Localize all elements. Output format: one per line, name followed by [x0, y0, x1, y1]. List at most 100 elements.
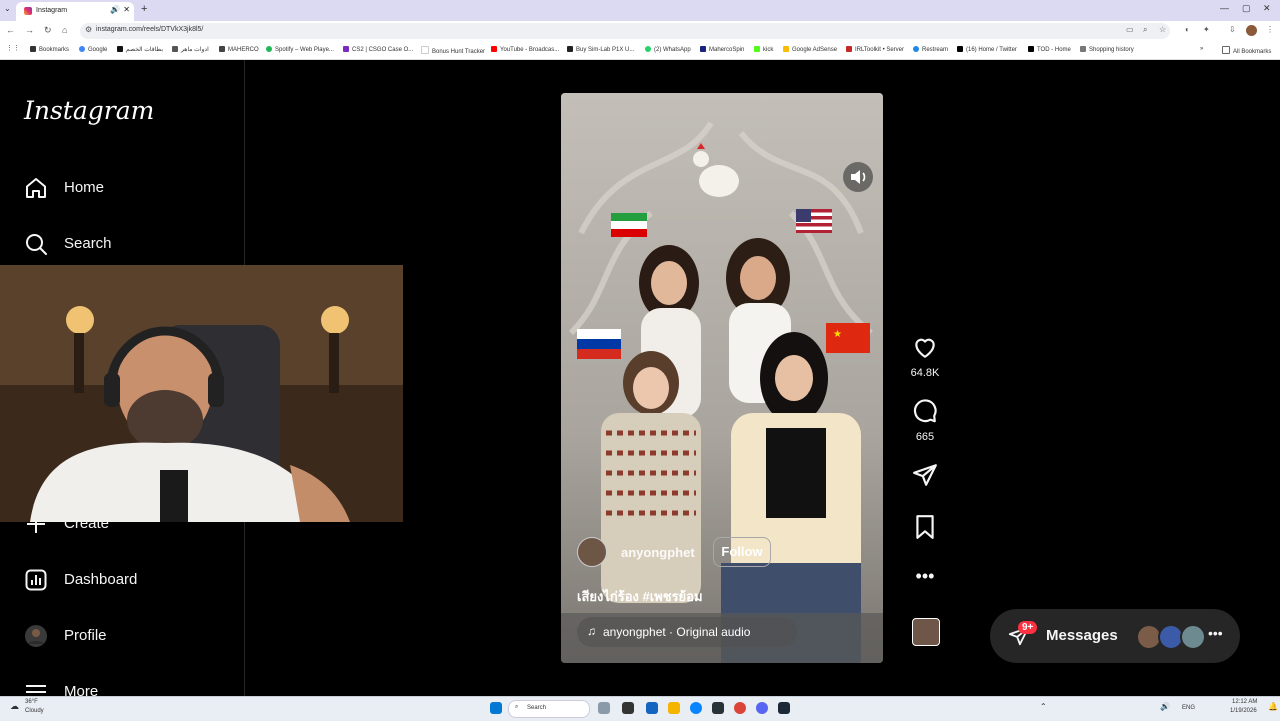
tab-search-icon[interactable]: ⌄ [4, 4, 11, 13]
instagram-logo[interactable]: Instagram [24, 96, 154, 125]
minimize-icon[interactable]: — [1220, 3, 1229, 13]
nav-search[interactable]: Search [24, 230, 224, 262]
star-icon[interactable]: ☆ [1159, 25, 1166, 34]
apps-icon[interactable]: ⋮⋮ [6, 44, 20, 52]
search-icon: ⌕ [515, 704, 519, 710]
kick-icon [754, 46, 760, 52]
discord-icon[interactable] [756, 702, 768, 714]
bookmark-item[interactable]: Spotify – Web Playe... [266, 46, 334, 53]
speaker-tray-icon[interactable]: 🔊 [1160, 702, 1170, 711]
bookmark-item[interactable]: CS2 | CSGO Case O... [343, 46, 413, 53]
browser-tab[interactable]: Instagram 🔊 ✕ [16, 2, 134, 21]
tray-overflow-icon[interactable]: ⌃ [1040, 702, 1047, 711]
clock-time[interactable]: 12:12 AM [1232, 699, 1257, 705]
taskbar-search[interactable]: ⌕ Search [508, 700, 590, 718]
browser-profile-avatar[interactable] [1246, 25, 1257, 36]
bookmark-item[interactable]: YouTube - Broadcas... [491, 46, 559, 53]
new-tab-button[interactable]: + [141, 3, 147, 15]
follow-button[interactable]: Follow [713, 537, 771, 567]
tab-title: Instagram [36, 7, 68, 14]
bookmark-item[interactable]: (2) WhatsApp [645, 46, 691, 53]
nav-profile[interactable]: Profile [24, 622, 224, 654]
nav-dashboard[interactable]: Dashboard [24, 566, 224, 598]
avatar [25, 625, 47, 647]
bookmark-item[interactable]: Google [79, 46, 107, 53]
more-options-icon[interactable]: ••• [910, 566, 940, 587]
share-action[interactable] [910, 462, 940, 493]
reel-video[interactable]: ★ anyongphet Follow เสียงไก่ร้อง #เพชรย้… [561, 93, 883, 663]
bookmark-item[interactable]: MAHERCO [219, 46, 259, 53]
chrome-menu-icon[interactable]: ⋮ [1266, 25, 1274, 34]
tab-audio-icon[interactable]: 🔊 [110, 5, 120, 14]
site-info-icon[interactable]: ⚙ [85, 25, 92, 34]
window-close-icon[interactable]: ✕ [1263, 3, 1271, 14]
widgets-icon[interactable] [598, 702, 610, 714]
reload-icon[interactable]: ↻ [44, 25, 52, 36]
restore-icon[interactable]: ▢ [1242, 3, 1251, 14]
bookmark-favicon-icon [846, 46, 852, 52]
chrome-icon[interactable] [734, 702, 746, 714]
save-action[interactable] [910, 514, 940, 545]
bookmark-item[interactable]: MahercoSpin [700, 46, 744, 53]
bookmark-item[interactable]: ادوات ماهر [172, 46, 209, 53]
bookmark-item[interactable]: بطاقات الخصم [117, 46, 163, 53]
forward-icon[interactable]: → [25, 25, 34, 35]
zoom-icon[interactable]: ⌕ [1143, 25, 1147, 35]
bookmark-item[interactable]: IRLToolkit • Server [846, 46, 904, 53]
all-bookmarks[interactable]: All Bookmarks [1222, 46, 1271, 55]
windows-start-icon[interactable] [490, 702, 502, 714]
install-icon[interactable]: ▭ [1126, 25, 1134, 34]
reel-username[interactable]: anyongphet [621, 545, 695, 560]
language-indicator[interactable]: ENG [1182, 705, 1195, 711]
bookmark-item[interactable]: Buy Sim-Lab P1X U... [567, 46, 634, 53]
download-icon[interactable]: ⇩ [1229, 25, 1236, 34]
clock-date[interactable]: 1/19/2026 [1230, 708, 1257, 714]
bookmark-item[interactable]: TOD - Home [1028, 46, 1071, 53]
nav-home-label: Home [64, 179, 105, 196]
like-action[interactable]: 64.8K [910, 334, 940, 379]
puzzle-icon[interactable]: ✦ [1203, 25, 1210, 34]
messages-more-icon[interactable]: ••• [1208, 625, 1223, 641]
dashboard-icon [25, 569, 47, 591]
reel-audio-pill[interactable]: ♫ anyongphet · Original audio [577, 617, 797, 647]
bookmark-item[interactable]: Restream [913, 46, 948, 53]
whatsapp-icon [645, 46, 651, 52]
extension-icon[interactable]: ◐ [1185, 25, 1190, 34]
comment-action[interactable]: 665 [910, 398, 940, 443]
taskbar-app-icon[interactable] [646, 702, 658, 714]
reel-author-avatar[interactable] [577, 537, 607, 567]
audio-thumbnail[interactable] [912, 618, 940, 646]
bookmark-item[interactable]: Bookmarks [30, 46, 69, 53]
bookmark-item[interactable]: Bonus Hunt Tracker [421, 46, 485, 55]
edge-icon[interactable] [690, 702, 702, 714]
youtube-icon [491, 46, 497, 52]
home-icon [26, 178, 46, 198]
avatar [1180, 624, 1206, 650]
address-bar[interactable]: ⚙ instagram.com/reels/DTVkX3jk8l5/ [80, 23, 1170, 39]
notification-icon[interactable]: 🔔 [1268, 702, 1278, 711]
mute-button[interactable] [843, 162, 873, 192]
back-icon[interactable]: ← [6, 25, 15, 35]
bookmark-item[interactable]: (16) Home / Twitter [957, 46, 1017, 53]
bookmark-favicon-icon [172, 46, 178, 52]
comment-icon[interactable] [912, 398, 938, 424]
messages-button[interactable]: 9+ Messages ••• [990, 609, 1240, 663]
tab-close-icon[interactable]: ✕ [123, 5, 130, 14]
bookmark-icon[interactable] [912, 514, 938, 540]
restream-icon [913, 46, 919, 52]
bookmark-item[interactable]: kick [754, 46, 773, 53]
bookmark-item[interactable]: Google AdSense [783, 46, 837, 53]
bookmarks-overflow-icon[interactable]: » [1200, 46, 1203, 52]
share-icon[interactable] [912, 462, 938, 488]
weather-temp: 36°F [25, 699, 38, 705]
home-browser-icon[interactable]: ⌂ [62, 25, 67, 35]
heart-icon[interactable] [912, 334, 938, 360]
file-explorer-icon[interactable] [668, 702, 680, 714]
terminal-icon[interactable] [712, 702, 724, 714]
steam-icon[interactable] [778, 702, 790, 714]
task-view-icon[interactable] [622, 702, 634, 714]
nav-more[interactable]: More [24, 678, 224, 696]
nav-home[interactable]: Home [24, 174, 224, 206]
bookmarks-bar: ⋮⋮ Bookmarks Google بطاقات الخصم ادوات م… [0, 41, 1280, 60]
bookmark-item[interactable]: Shopping history [1080, 46, 1134, 53]
